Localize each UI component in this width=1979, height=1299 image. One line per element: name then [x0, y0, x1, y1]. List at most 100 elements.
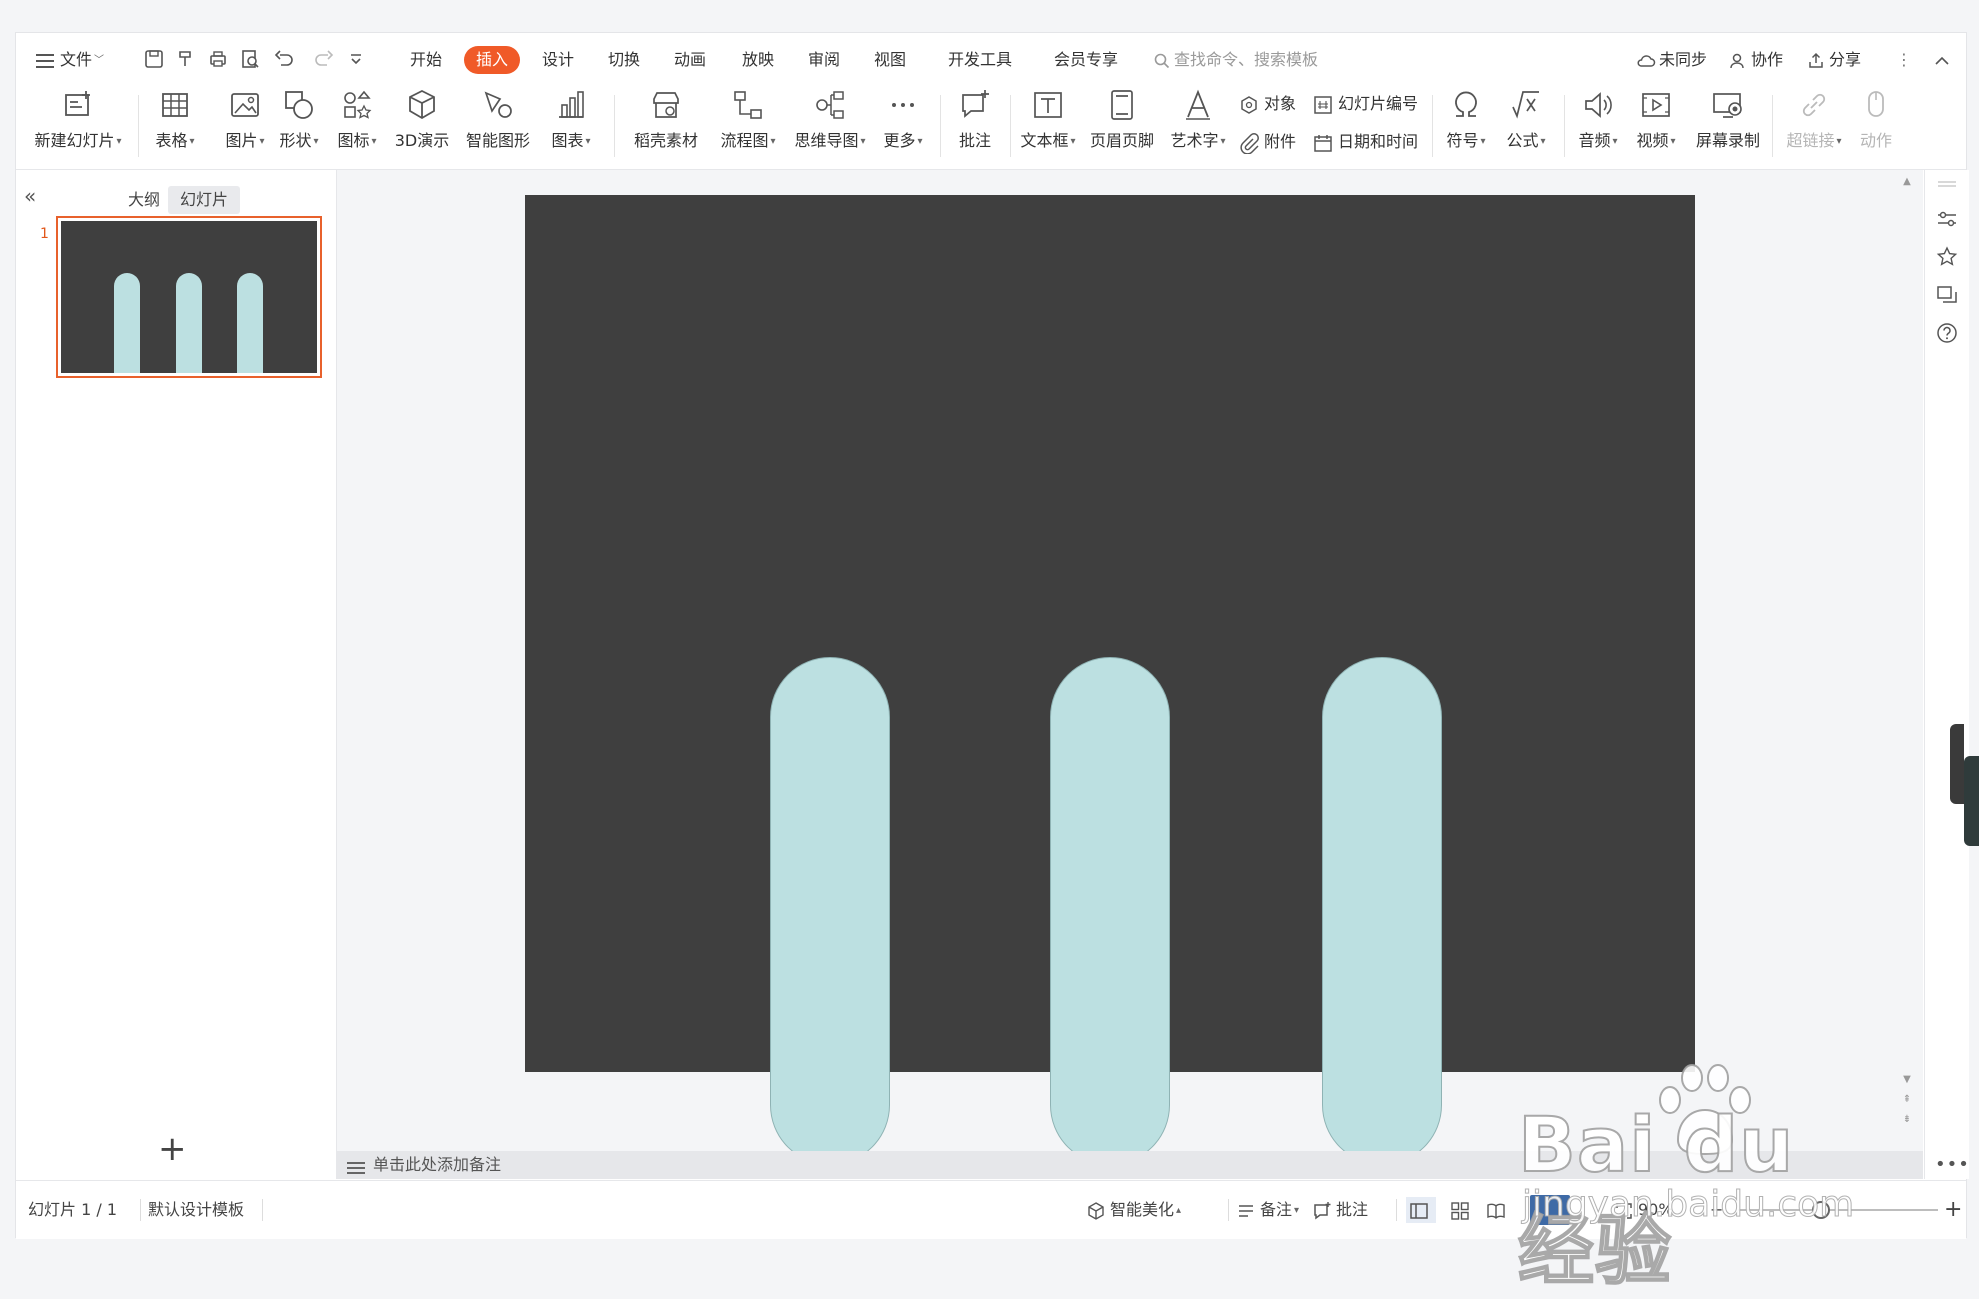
- tab-developer[interactable]: 开发工具: [946, 46, 1014, 74]
- thumbnail-shape: [176, 273, 202, 373]
- header-footer-icon: [1104, 87, 1140, 123]
- normal-view-button[interactable]: [1406, 1197, 1436, 1223]
- prev-slide-icon[interactable]: ⇞: [1902, 1094, 1912, 1105]
- ellipsis-icon: [885, 87, 921, 123]
- tab-slideshow[interactable]: 放映: [740, 46, 776, 74]
- hyperlink-label: 超链接: [1786, 131, 1835, 150]
- material-button[interactable]: 稻壳素材: [626, 87, 706, 151]
- customize-toolbar-icon[interactable]: [344, 47, 368, 71]
- object-button[interactable]: 对象: [1238, 91, 1296, 117]
- undo-icon[interactable]: [272, 47, 296, 71]
- sync-status[interactable]: 未同步: [1636, 47, 1707, 73]
- floating-edge-widget[interactable]: [1964, 756, 1979, 846]
- action-button[interactable]: 动作: [1852, 87, 1900, 151]
- print-preview-icon[interactable]: [238, 47, 262, 71]
- date-time-button[interactable]: 日期和时间: [1312, 129, 1418, 155]
- tab-animation[interactable]: 动画: [672, 46, 708, 74]
- picture-button[interactable]: 图片 ▾: [220, 87, 270, 151]
- tab-design[interactable]: 设计: [540, 46, 576, 74]
- notes-toggle-button[interactable]: 备注 ▾: [1236, 1197, 1299, 1223]
- thumbnail-canvas: [61, 221, 317, 373]
- notes-toggle-label: 备注: [1260, 1200, 1293, 1219]
- settings-sliders-icon[interactable]: [1936, 208, 1958, 230]
- tab-member[interactable]: 会员专享: [1052, 46, 1120, 74]
- screen-record-icon: [1710, 87, 1746, 123]
- flowchart-button[interactable]: 流程图 ▾: [716, 87, 780, 151]
- normal-view-icon: [1410, 1202, 1428, 1219]
- formula-button[interactable]: 公式 ▾: [1500, 87, 1552, 151]
- scroll-up-icon[interactable]: ▲: [1902, 176, 1912, 187]
- collapse-panel-icon[interactable]: «: [24, 184, 36, 208]
- ribbon-toolbar: 新建幻灯片 ▾ 表格 ▾ 图片 ▾ 形状 ▾ 图标 ▾ 3D演示 智能图形 图表 ▾ 稻壳素…: [16, 85, 1966, 170]
- file-menu[interactable]: 文件 ﹀: [36, 47, 104, 73]
- template-name[interactable]: 默认设计模板: [148, 1197, 244, 1223]
- smart-beautify-button[interactable]: 智能美化 ▴: [1086, 1197, 1181, 1223]
- more-button[interactable]: 更多 ▾: [878, 87, 928, 151]
- rounded-rectangle-shape[interactable]: [1322, 657, 1442, 1165]
- tab-start[interactable]: 开始: [408, 46, 444, 74]
- tab-view[interactable]: 视图: [872, 46, 908, 74]
- tab-insert[interactable]: 插入: [464, 46, 521, 74]
- mindmap-label: 思维导图: [794, 131, 859, 150]
- save-icon[interactable]: [142, 47, 166, 71]
- add-slide-button[interactable]: +: [158, 1132, 187, 1166]
- collab-button[interactable]: 协作: [1728, 47, 1783, 73]
- table-button[interactable]: 表格 ▾: [150, 87, 200, 151]
- new-slide-button[interactable]: 新建幻灯片 ▾: [28, 87, 128, 151]
- more-options-icon[interactable]: ⋮: [1896, 47, 1912, 73]
- redo-icon[interactable]: [312, 47, 336, 71]
- notes-lines-icon: [1239, 1204, 1253, 1217]
- symbol-button[interactable]: 符号 ▾: [1440, 87, 1492, 151]
- mindmap-button[interactable]: 思维导图 ▾: [790, 87, 870, 151]
- help-icon[interactable]: [1936, 322, 1958, 344]
- tab-transition[interactable]: 切换: [606, 46, 642, 74]
- beautify-icon: [1088, 1201, 1104, 1220]
- header-footer-button[interactable]: 页眉页脚: [1088, 87, 1156, 151]
- star-icon[interactable]: [1936, 246, 1958, 268]
- divider: [1432, 95, 1433, 157]
- video-button[interactable]: 视频 ▾: [1630, 87, 1682, 151]
- thumbnail-shape: [237, 273, 263, 373]
- dropdown-caret: ▾: [585, 136, 591, 147]
- tab-slides[interactable]: 幻灯片: [168, 186, 241, 214]
- more-panel-icon[interactable]: •••: [1935, 1154, 1970, 1175]
- slide-thumbnail[interactable]: [56, 216, 322, 378]
- 3d-demo-button[interactable]: 3D演示: [392, 87, 452, 151]
- tab-outline[interactable]: 大纲: [116, 186, 172, 214]
- divider: [138, 95, 139, 157]
- collapse-ribbon-icon[interactable]: [1932, 47, 1955, 73]
- next-slide-icon[interactable]: ⇟: [1902, 1114, 1912, 1125]
- scroll-down-icon[interactable]: ▼: [1902, 1074, 1912, 1085]
- audio-button[interactable]: 音频 ▾: [1572, 87, 1624, 151]
- transition-icon[interactable]: [1936, 284, 1958, 306]
- screen-record-button[interactable]: 屏幕录制: [1692, 87, 1764, 151]
- rounded-rectangle-shape[interactable]: [1050, 657, 1170, 1165]
- print-icon[interactable]: [206, 47, 230, 71]
- wordart-button[interactable]: 艺术字 ▾: [1166, 87, 1230, 151]
- format-painter-icon[interactable]: [174, 47, 198, 71]
- tab-review[interactable]: 审阅: [806, 46, 842, 74]
- sorter-view-button[interactable]: [1450, 1197, 1474, 1223]
- flowchart-icon: [730, 87, 766, 123]
- user-icon: [1730, 53, 1744, 68]
- attachment-button[interactable]: 附件: [1238, 129, 1296, 155]
- zoom-in-button[interactable]: +: [1944, 1197, 1962, 1223]
- video-label: 视频: [1636, 131, 1669, 150]
- command-search[interactable]: 查找命令、搜索模板: [1154, 47, 1318, 73]
- dropdown-caret: ▾: [1836, 136, 1842, 147]
- share-button[interactable]: 分享: [1806, 47, 1861, 73]
- icon-button[interactable]: 图标 ▾: [332, 87, 382, 151]
- hyperlink-button[interactable]: 超链接 ▾: [1782, 87, 1846, 151]
- vertical-scrollbar[interactable]: ▲ ▼ ⇞ ⇟: [1899, 176, 1915, 1136]
- shape-button[interactable]: 形状 ▾: [274, 87, 324, 151]
- smartart-button[interactable]: 智能图形: [462, 87, 534, 151]
- floating-edge-widget[interactable]: [1950, 724, 1964, 804]
- textbox-button[interactable]: 文本框 ▾: [1016, 87, 1080, 151]
- reading-view-button[interactable]: [1486, 1197, 1510, 1223]
- rounded-rectangle-shape[interactable]: [770, 657, 890, 1165]
- comment-toggle-button[interactable]: 批注: [1312, 1197, 1368, 1223]
- omega-icon: [1448, 87, 1484, 123]
- comment-button[interactable]: 批注: [950, 87, 1000, 151]
- slide-number-button[interactable]: 幻灯片编号: [1312, 91, 1418, 117]
- chart-button[interactable]: 图表 ▾: [544, 87, 598, 151]
